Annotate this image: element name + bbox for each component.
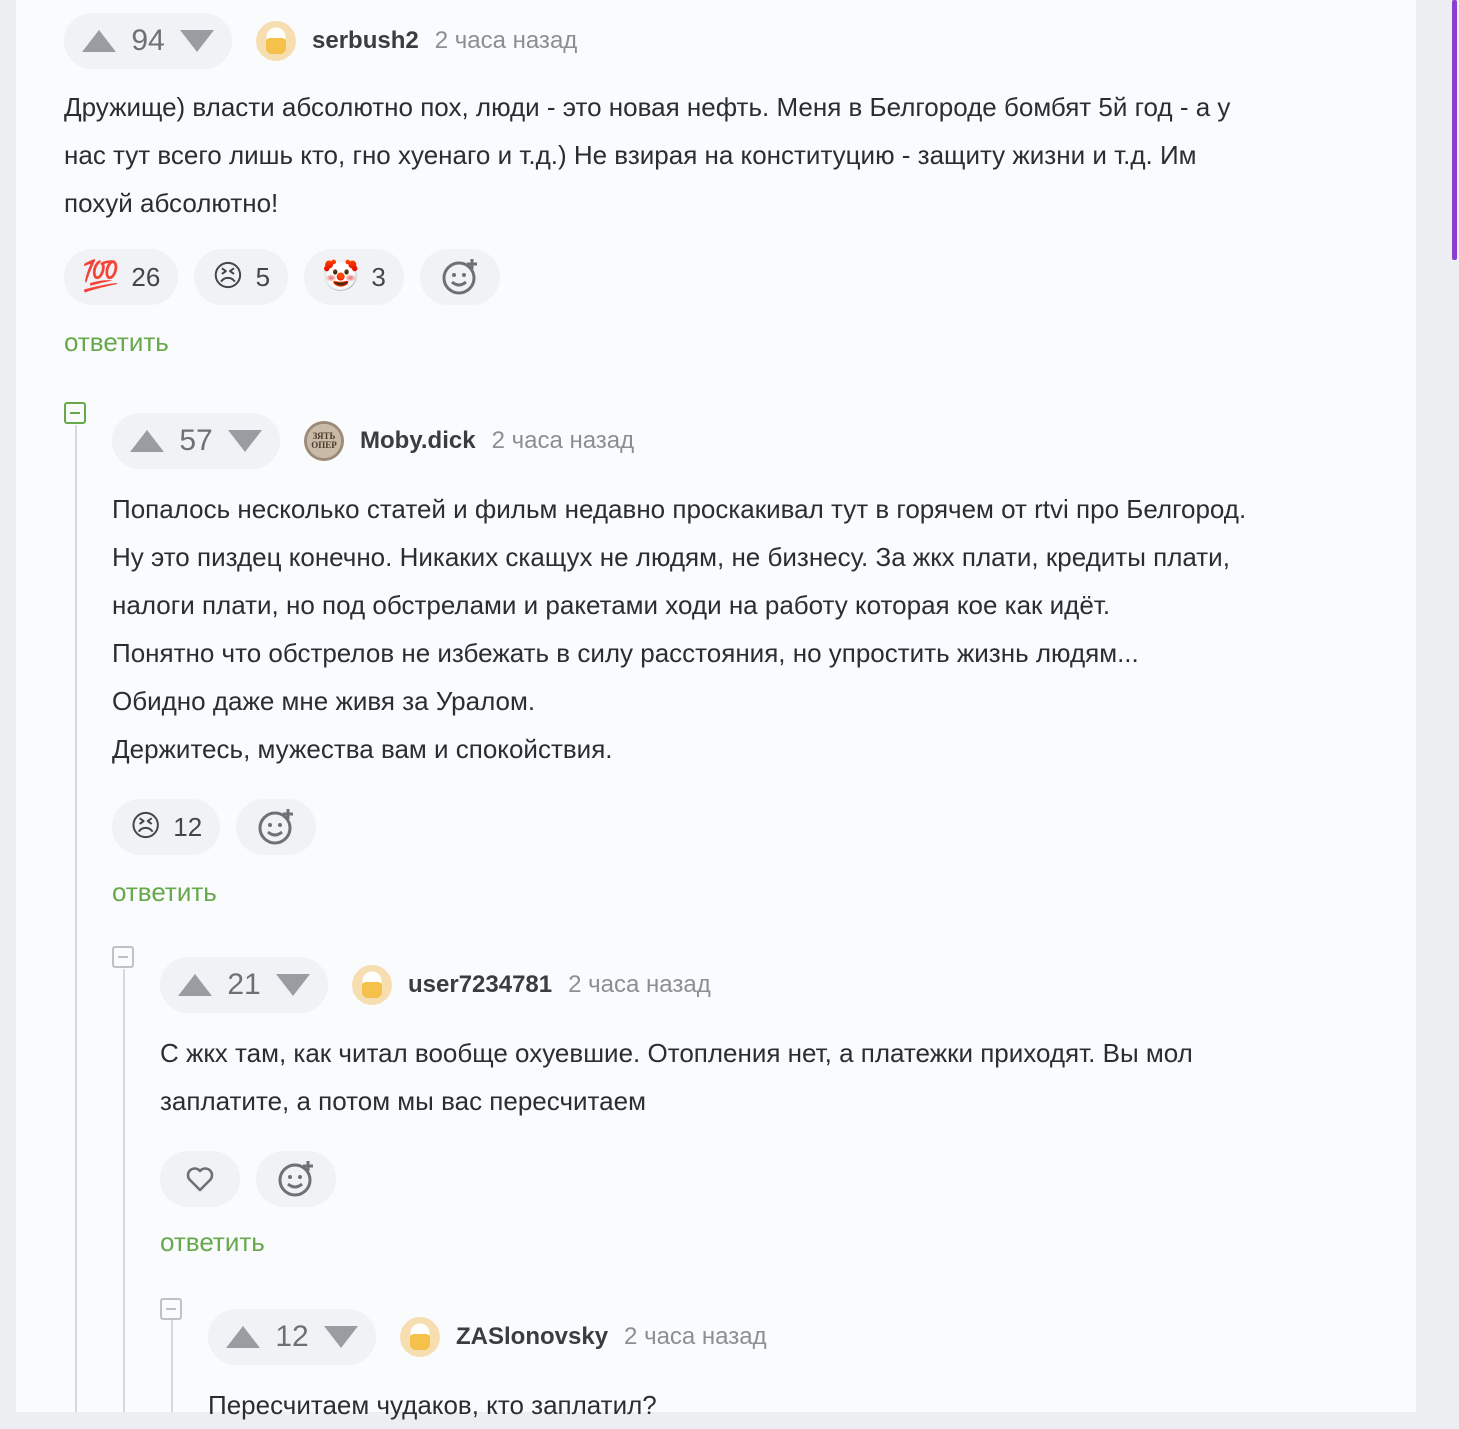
author-name[interactable]: Moby.dick bbox=[360, 427, 476, 455]
comment: 94 serbush2 2 часа назад Дружище) власти… bbox=[64, 13, 1394, 358]
vote-control: 12 bbox=[208, 1309, 376, 1365]
author-name[interactable]: serbush2 bbox=[312, 27, 419, 55]
comment-text: С жкх там, как читал вообще охуевшие. От… bbox=[160, 1038, 1193, 1116]
comment-text: Попалось несколько статей и фильм недавн… bbox=[112, 494, 1247, 764]
comment-text: Дружище) власти абсолютно пох, люди - эт… bbox=[64, 92, 1231, 218]
reaction-chip[interactable]: 😣 12 bbox=[112, 799, 221, 855]
collapse-thread-button[interactable] bbox=[64, 402, 86, 424]
reactions-bar: 😣 12 bbox=[112, 799, 1402, 855]
reaction-chip[interactable]: 🤡 3 bbox=[304, 249, 404, 305]
hundred-points-icon: 💯 bbox=[82, 260, 120, 293]
smiley-plus-icon bbox=[442, 259, 477, 295]
comment-time: 2 часа назад bbox=[568, 971, 711, 998]
triangle-up-icon[interactable] bbox=[130, 430, 164, 452]
comment-score: 94 bbox=[131, 24, 165, 57]
triangle-down-icon[interactable] bbox=[180, 30, 214, 52]
collapse-thread-button[interactable] bbox=[112, 946, 134, 968]
avatar[interactable] bbox=[400, 1317, 440, 1357]
comment-header: 12 ZASlonovsky 2 часа назад bbox=[208, 1309, 1398, 1365]
avatar[interactable]: ЗЯТЬ ОПЕР bbox=[304, 421, 344, 461]
comment: 21 user7234781 2 часа назад С жкх там, к… bbox=[160, 957, 1400, 1258]
triangle-up-icon[interactable] bbox=[82, 30, 116, 52]
thread-line-2 bbox=[123, 969, 125, 1412]
reaction-count: 3 bbox=[371, 261, 386, 292]
comment-time: 2 часа назад bbox=[491, 427, 635, 454]
vote-control: 21 bbox=[160, 957, 328, 1013]
reply-link[interactable]: ответить bbox=[112, 877, 1402, 908]
triangle-up-icon[interactable] bbox=[226, 1326, 260, 1348]
comment-header: 21 user7234781 2 часа назад bbox=[160, 957, 1400, 1013]
triangle-down-icon[interactable] bbox=[228, 430, 262, 452]
add-reaction-button[interactable] bbox=[236, 799, 317, 855]
heart-icon bbox=[186, 1167, 214, 1192]
thread-line-3 bbox=[171, 1320, 173, 1412]
comment-score: 57 bbox=[179, 424, 213, 457]
thread-line-1 bbox=[75, 425, 77, 1412]
comment-header: 94 serbush2 2 часа назад bbox=[64, 13, 1394, 69]
vote-control: 94 bbox=[64, 13, 232, 69]
triangle-up-icon[interactable] bbox=[178, 974, 212, 996]
reactions-bar: 💯 26 😣 5 🤡 3 bbox=[64, 249, 1394, 305]
scrollbar[interactable] bbox=[1452, 0, 1457, 260]
reaction-count: 5 bbox=[255, 261, 271, 292]
comment-time: 2 часа назад bbox=[434, 27, 578, 54]
smiley-plus-icon bbox=[258, 809, 294, 845]
reply-link[interactable]: ответить bbox=[64, 327, 1394, 358]
comment-header: 57 ЗЯТЬ ОПЕР Moby.dick 2 часа назад bbox=[112, 413, 1402, 469]
reaction-chip[interactable]: 😣 5 bbox=[194, 249, 289, 305]
avatar[interactable] bbox=[256, 21, 296, 61]
triangle-down-icon[interactable] bbox=[324, 1326, 358, 1348]
reactions-bar bbox=[160, 1151, 1400, 1207]
reaction-count: 12 bbox=[173, 811, 203, 842]
comment: 12 ZASlonovsky 2 часа назад Пересчитаем … bbox=[208, 1309, 1398, 1429]
vote-control: 57 bbox=[112, 413, 280, 469]
author-name[interactable]: user7234781 bbox=[408, 971, 552, 999]
reaction-count: 26 bbox=[131, 261, 161, 292]
reaction-chip[interactable]: 💯 26 bbox=[64, 249, 179, 305]
like-button[interactable] bbox=[160, 1151, 240, 1207]
comment: 57 ЗЯТЬ ОПЕР Moby.dick 2 часа назад Попа… bbox=[112, 413, 1402, 908]
comment-score: 21 bbox=[227, 968, 261, 1001]
add-reaction-button[interactable] bbox=[256, 1151, 336, 1207]
add-reaction-button[interactable] bbox=[419, 249, 500, 305]
smiley-plus-icon bbox=[278, 1161, 313, 1197]
author-name[interactable]: ZASlonovsky bbox=[456, 1323, 608, 1351]
comment-time: 2 часа назад bbox=[624, 1323, 767, 1350]
reply-link[interactable]: ответить bbox=[160, 1227, 1400, 1258]
triangle-down-icon[interactable] bbox=[276, 974, 310, 996]
comment-text: Пересчитаем чудаков, кто заплатил? bbox=[208, 1390, 657, 1420]
clown-face-icon: 🤡 bbox=[322, 260, 360, 293]
collapse-thread-button[interactable] bbox=[160, 1298, 182, 1320]
avatar[interactable] bbox=[352, 965, 392, 1005]
persevering-face-icon: 😣 bbox=[212, 260, 244, 293]
comment-score: 12 bbox=[275, 1320, 309, 1353]
persevering-face-icon: 😣 bbox=[130, 810, 162, 843]
